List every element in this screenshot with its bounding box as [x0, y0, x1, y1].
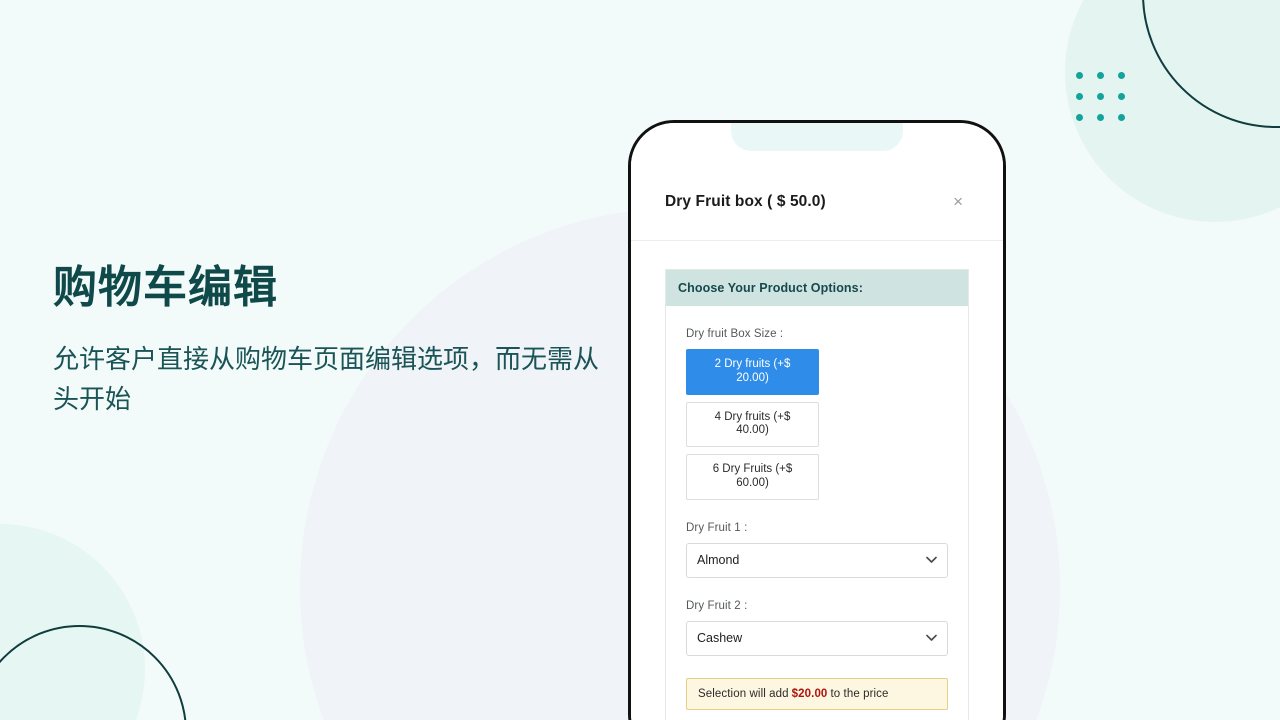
- price-note-prefix: Selection will add: [698, 687, 789, 700]
- close-icon[interactable]: ×: [947, 189, 969, 214]
- box-size-option-6[interactable]: 6 Dry Fruits (+$ 60.00): [686, 454, 819, 500]
- price-note-suffix: to the price: [830, 687, 889, 700]
- box-size-swatch-group: 2 Dry fruits (+$ 20.00) 4 Dry fruits (+$…: [686, 349, 948, 500]
- box-size-option-4[interactable]: 4 Dry fruits (+$ 40.00): [686, 401, 819, 448]
- dot-grid-icon: [1076, 72, 1125, 121]
- decorative-circle-top-right-outline: [1142, 0, 1280, 128]
- page-subtitle: 允许客户直接从购物车页面编辑选项，而无需从头开始: [53, 343, 600, 415]
- dry-fruit-1-select[interactable]: Almond: [686, 542, 948, 578]
- dry-fruit-2-label: Dry Fruit 2 :: [686, 599, 748, 612]
- options-card: Choose Your Product Options: Dry fruit B…: [665, 269, 969, 720]
- slide-canvas: 购物车编辑 允许客户直接从购物车页面编辑选项，而无需从头开始 Dry Fruit…: [0, 0, 1280, 720]
- product-options-modal: Dry Fruit box ( $ 50.0) × Choose Your Pr…: [631, 123, 1003, 720]
- phone-mockup: Dry Fruit box ( $ 50.0) × Choose Your Pr…: [628, 120, 1006, 720]
- dry-fruit-1-label: Dry Fruit 1 :: [686, 521, 748, 534]
- modal-body: Choose Your Product Options: Dry fruit B…: [631, 241, 1003, 720]
- page-title: 购物车编辑: [53, 263, 278, 312]
- box-size-label: Dry fruit Box Size :: [686, 328, 784, 340]
- dry-fruit-1-select-wrap: Almond: [686, 542, 948, 578]
- price-note-amount: $20.00: [791, 687, 828, 700]
- phone-screen: Dry Fruit box ( $ 50.0) × Choose Your Pr…: [631, 123, 1003, 720]
- hero-copy: 购物车编辑 允许客户直接从购物车页面编辑选项，而无需从头开始: [53, 262, 613, 419]
- decorative-circle-bottom-left-outline: [0, 625, 187, 720]
- decorative-circle-top-right-fill: [1065, 0, 1280, 222]
- box-size-option-2[interactable]: 2 Dry fruits (+$ 20.00): [686, 349, 819, 395]
- options-card-header: Choose Your Product Options:: [666, 270, 968, 306]
- modal-header: Dry Fruit box ( $ 50.0) ×: [631, 163, 1003, 241]
- modal-title: Dry Fruit box ( $ 50.0): [665, 192, 826, 210]
- dry-fruit-2-select[interactable]: Cashew: [686, 620, 948, 656]
- decorative-circle-bottom-left-fill: [0, 524, 145, 720]
- price-note: Selection will add $20.00 to the price: [686, 677, 948, 710]
- options-card-body: Dry fruit Box Size : 2 Dry fruits (+$ 20…: [666, 306, 968, 720]
- dry-fruit-2-select-wrap: Cashew: [686, 620, 948, 656]
